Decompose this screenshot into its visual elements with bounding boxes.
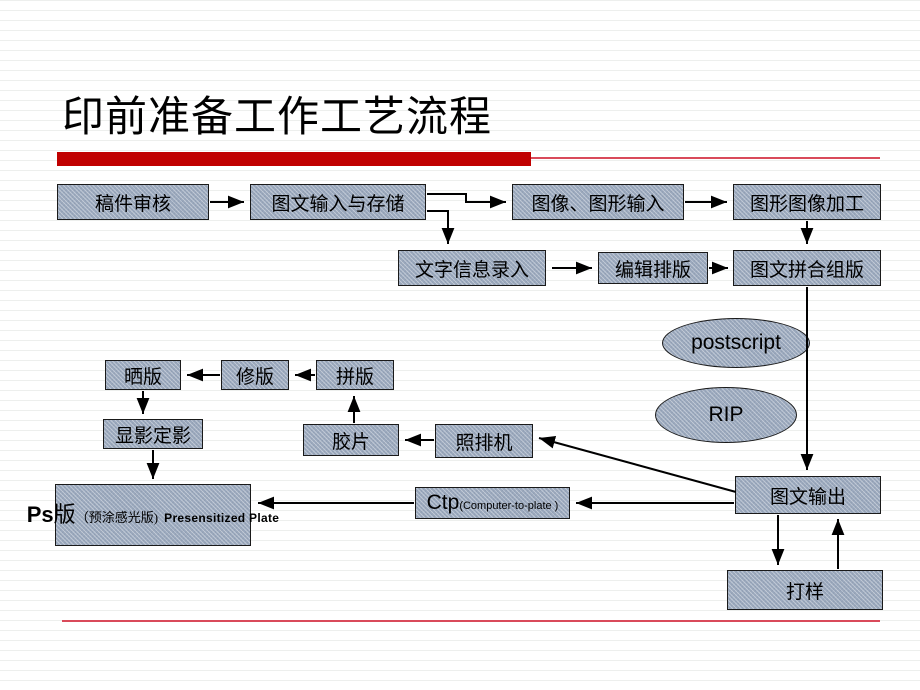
node-plate-exposure[interactable]: 晒版 [105, 360, 181, 390]
title-underline-thin [531, 157, 880, 159]
footer-rule [62, 620, 880, 622]
ps-plate-english: Presensitized Plate [164, 511, 280, 526]
node-postscript[interactable]: postscript [662, 318, 810, 368]
node-graphic-image-processing[interactable]: 图形图像加工 [733, 184, 881, 220]
node-text-image-assembly[interactable]: 图文拼合组版 [733, 250, 881, 286]
node-ctp[interactable]: Ctp(Computer-to-plate ) [415, 487, 570, 519]
node-edit-typesetting[interactable]: 编辑排版 [598, 252, 708, 284]
node-develop-fix[interactable]: 显影定影 [103, 419, 203, 449]
ctp-expansion: (Computer-to-plate ) [459, 500, 559, 512]
node-text-image-input-storage[interactable]: 图文输入与存储 [250, 184, 426, 220]
title-underline-thick [57, 152, 531, 166]
slide-content: 印前准备工作工艺流程 稿件审核 图文输入与存储 图像、图形输入 图形图像加工 文… [0, 0, 920, 690]
node-text-image-output[interactable]: 图文输出 [735, 476, 881, 514]
node-imposition[interactable]: 拼版 [316, 360, 394, 390]
page-title: 印前准备工作工艺流程 [62, 95, 493, 141]
node-manuscript-review[interactable]: 稿件审核 [57, 184, 209, 220]
node-film[interactable]: 胶片 [303, 424, 399, 456]
node-rip[interactable]: RIP [655, 387, 797, 443]
node-text-information-entry[interactable]: 文字信息录入 [398, 250, 546, 286]
ps-plate-abbr: Ps [26, 502, 54, 528]
node-proofing[interactable]: 打样 [727, 570, 883, 610]
ctp-abbr: Ctp [426, 491, 460, 514]
node-plate-retouch[interactable]: 修版 [221, 360, 289, 390]
node-imagesetter[interactable]: 照排机 [435, 424, 533, 458]
node-ps-plate[interactable]: Ps版（预涂感光版) Presensitized Plate [27, 484, 279, 546]
node-image-graphic-input[interactable]: 图像、图形输入 [512, 184, 684, 220]
slide-canvas: 印前准备工作工艺流程 稿件审核 图文输入与存储 图像、图形输入 图形图像加工 文… [0, 0, 920, 690]
ps-plate-paren: （预涂感光版) [75, 510, 159, 526]
ps-plate-abbr-cn: 版 [53, 502, 76, 528]
